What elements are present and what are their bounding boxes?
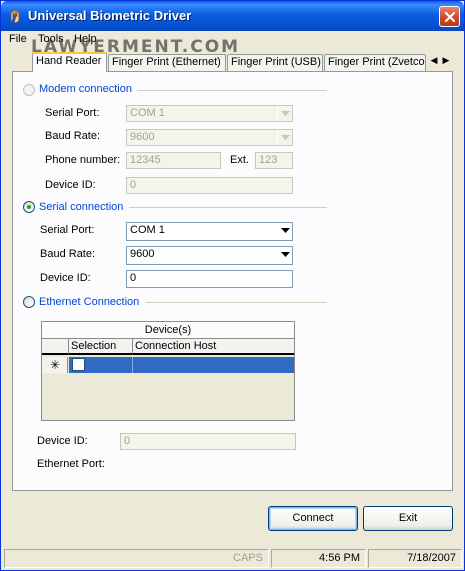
serial-baud-rate-value: 9600: [130, 248, 155, 260]
devices-grid[interactable]: Device(s) Selection Connection Host ✳: [41, 321, 295, 421]
modem-baud-rate-value: 9600: [130, 131, 155, 143]
menu-bar: File Tools Help: [1, 31, 464, 49]
chevron-down-icon: [277, 130, 292, 145]
modem-phone-field[interactable]: 12345: [126, 152, 221, 169]
column-header-connection-host[interactable]: Connection Host: [133, 339, 294, 355]
radio-selected-dot-icon: [27, 205, 31, 209]
modem-serial-port-value: COM 1: [130, 107, 165, 119]
serial-port-label: Serial Port:: [40, 224, 95, 236]
chevron-down-icon: [277, 106, 292, 121]
selection-checkbox[interactable]: [72, 358, 85, 371]
tab-finger-print-usb[interactable]: Finger Print (USB): [227, 54, 323, 71]
modem-baud-rate-label: Baud Rate:: [45, 130, 101, 142]
connect-button[interactable]: Connect: [268, 506, 358, 531]
serial-baud-rate-label: Baud Rate:: [40, 248, 96, 260]
title-bar[interactable]: Universal Biometric Driver: [1, 1, 464, 31]
ethernet-device-id-label: Device ID:: [37, 435, 88, 447]
new-row-header[interactable]: ✳: [42, 357, 68, 373]
tab-finger-print-zvetco[interactable]: Finger Print (Zvetco: [324, 54, 426, 71]
modem-serial-port-select[interactable]: COM 1: [126, 105, 293, 122]
ethernet-port-label: Ethernet Port:: [37, 458, 105, 470]
modem-group-divider: [137, 90, 327, 91]
grid-corner-header: [42, 339, 69, 355]
table-row[interactable]: [69, 357, 294, 373]
ethernet-connection-radio[interactable]: [23, 296, 35, 308]
chevron-down-icon: [277, 247, 292, 264]
tab-hand-reader[interactable]: Hand Reader: [32, 52, 107, 72]
tab-scroll-left-icon[interactable]: ◀: [428, 54, 440, 66]
new-row-star-icon: ✳: [50, 358, 61, 372]
window-title: Universal Biometric Driver: [28, 8, 192, 23]
exit-button[interactable]: Exit: [363, 506, 453, 531]
app-window: Universal Biometric Driver File Tools He…: [0, 0, 465, 571]
modem-device-id-field[interactable]: 0: [126, 177, 293, 194]
serial-port-select[interactable]: COM 1: [126, 222, 293, 241]
modem-connection-label: Modem connection: [39, 83, 132, 95]
ethernet-connection-label: Ethernet Connection: [39, 296, 140, 308]
caps-indicator: CAPS: [4, 549, 269, 568]
modem-baud-rate-select[interactable]: 9600: [126, 129, 293, 146]
serial-connection-label: Serial connection: [39, 201, 124, 213]
menu-file[interactable]: File: [9, 33, 27, 45]
modem-device-id-label: Device ID:: [45, 179, 96, 191]
chevron-down-icon: [277, 223, 292, 240]
serial-device-id-label: Device ID:: [40, 272, 91, 284]
close-icon: [444, 11, 456, 23]
status-time: 4:56 PM: [271, 549, 366, 568]
serial-port-value: COM 1: [130, 224, 165, 236]
menu-tools[interactable]: Tools: [38, 33, 64, 45]
row-cell-divider: [132, 357, 133, 373]
menu-help[interactable]: Help: [74, 33, 97, 45]
ethernet-device-id-field[interactable]: 0: [120, 433, 296, 450]
column-header-selection[interactable]: Selection: [69, 339, 133, 355]
grid-title: Device(s): [42, 322, 294, 339]
modem-phone-label: Phone number:: [45, 154, 121, 166]
ethernet-group-divider: [146, 302, 327, 303]
serial-baud-rate-select[interactable]: 9600: [126, 246, 293, 265]
modem-serial-port-label: Serial Port:: [45, 107, 100, 119]
status-date: 7/18/2007: [368, 549, 462, 568]
serial-group-divider: [129, 207, 327, 208]
serial-connection-radio[interactable]: [23, 201, 35, 213]
tab-finger-print-ethernet[interactable]: Finger Print (Ethernet): [108, 54, 226, 71]
close-button[interactable]: [439, 6, 460, 27]
modem-ext-label: Ext.: [230, 154, 249, 166]
modem-ext-field[interactable]: 123: [255, 152, 293, 169]
app-icon: [7, 8, 23, 24]
modem-connection-radio[interactable]: [23, 84, 35, 96]
status-bar: CAPS 4:56 PM 7/18/2007: [1, 546, 464, 570]
tab-scroll-right-icon[interactable]: ▶: [440, 54, 452, 66]
serial-device-id-field[interactable]: 0: [126, 270, 293, 288]
